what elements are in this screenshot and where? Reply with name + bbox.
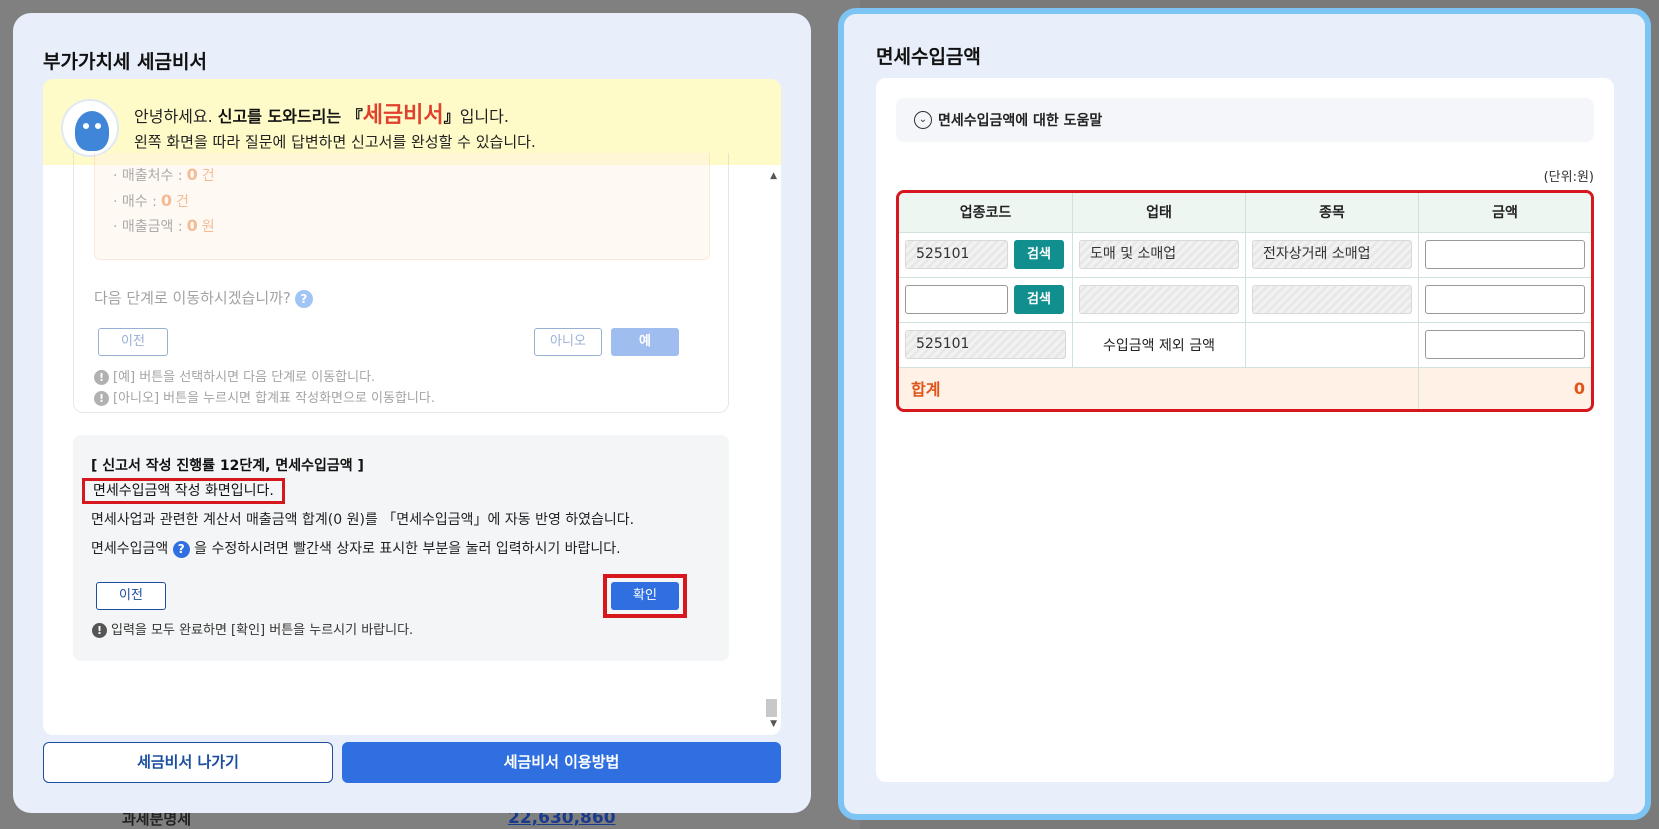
search-button[interactable]: 검색: [1014, 240, 1064, 269]
next-step-question: 다음 단계로 이동하시겠습니까??: [94, 287, 313, 308]
table-row: 525101 검색 도매 및 소매업 전자상거래 소매업: [899, 232, 1591, 278]
table-row: 525101 수입금액 제외 금액: [899, 322, 1591, 368]
note-no: ! [아니오] 버튼을 누르시면 합계표 작성화면으로 이동합니다.: [94, 387, 435, 406]
header-industry-code: 업종코드: [899, 193, 1073, 233]
exit-assistant-button[interactable]: 세금비서 나가기: [43, 742, 333, 783]
chevron-down-icon: ⌄: [914, 111, 932, 129]
industry-code-field: 525101: [905, 330, 1066, 359]
total-value: 0: [1418, 367, 1591, 409]
completion-note: ! 입력을 모두 완료하면 [확인] 버튼을 누르시기 바랍니다.: [92, 619, 413, 638]
assistant-guide-button[interactable]: 세금비서 이용방법: [342, 742, 781, 783]
amount-input[interactable]: [1425, 285, 1585, 314]
excluded-amount-label: 수입금액 제외 금액: [1072, 322, 1246, 368]
confirm-button[interactable]: 확인: [611, 582, 679, 610]
summary-item: · 매출처수 :0건: [113, 165, 215, 184]
help-label: 면세수입금액에 대한 도움말: [938, 113, 1103, 129]
summary-item: · 매출금액 :0원: [113, 216, 215, 235]
business-type-field: [1079, 285, 1239, 314]
prev-button-faded[interactable]: 이전: [98, 328, 168, 356]
confirm-highlight: 확인: [603, 574, 687, 618]
tax-exempt-income-panel: 면세수입금액 ⌄ 면세수입금액에 대한 도움말 (단위:원) 업종코드 업태 종…: [838, 8, 1651, 820]
amount-input[interactable]: [1425, 240, 1585, 269]
previous-step-card: · 매출처수 :0건 · 매수 :0건 · 매출금액 :0원 다음 단계로 이동…: [73, 153, 729, 413]
brand-name: 세금비서: [362, 103, 444, 128]
note-yes: ! [예] 버튼을 선택하시면 다음 단계로 이동합니다.: [94, 366, 375, 385]
progress-title: [ 신고서 작성 진행률 12단계, 면세수입금액 ]: [91, 458, 364, 474]
tax-assistant-modal: 부가가치세 세금비서 안녕하세요. 신고를 도와드리는 『세금비서』입니다. 왼…: [13, 13, 811, 813]
item-field: [1252, 285, 1412, 314]
industry-code-input[interactable]: [905, 285, 1008, 314]
item-empty: [1245, 322, 1419, 368]
industry-code-field: 525101: [905, 240, 1008, 269]
amount-input[interactable]: [1425, 330, 1585, 359]
panel-title: 면세수입금액: [876, 46, 981, 68]
greeting-line2: 왼쪽 화면을 따라 질문에 답변하면 신고서를 완성할 수 있습니다.: [134, 133, 536, 151]
assistant-content: 안녕하세요. 신고를 도와드리는 『세금비서』입니다. 왼쪽 화면을 따라 질문…: [43, 79, 781, 735]
prev-button[interactable]: 이전: [96, 582, 166, 610]
total-row: 합계 0: [899, 367, 1591, 409]
info-icon: !: [92, 623, 107, 638]
highlighted-message: 면세수입금액 작성 화면입니다.: [82, 478, 285, 504]
help-icon[interactable]: ?: [172, 540, 190, 558]
help-toggle[interactable]: ⌄ 면세수입금액에 대한 도움말: [896, 98, 1594, 142]
unit-label: (단위:원): [1543, 170, 1594, 185]
info-icon: !: [94, 370, 109, 385]
yes-button[interactable]: 예: [611, 328, 679, 356]
income-table-highlight: 업종코드 업태 종목 금액 525101 검색 도매 및 소매업 전자상거래 소매…: [896, 190, 1594, 412]
mascot-avatar: [61, 99, 119, 157]
summary-item: · 매수 :0건: [113, 191, 189, 210]
modal-title: 부가가치세 세금비서: [43, 51, 207, 73]
greeting-line1: 안녕하세요. 신고를 도와드리는 『세금비서』입니다.: [134, 103, 509, 128]
total-label: 합계: [899, 367, 1419, 409]
no-button[interactable]: 아니오: [534, 328, 602, 356]
conversation-scroll[interactable]: · 매출처수 :0건 · 매수 :0건 · 매출금액 :0원 다음 단계로 이동…: [43, 153, 781, 735]
search-button[interactable]: 검색: [1014, 285, 1064, 314]
progress-line2: 면세수입금액 ? 을 수정하시려면 빨간색 상자로 표시한 부분을 눌러 입력하…: [91, 540, 621, 558]
header-amount: 금액: [1418, 193, 1591, 233]
progress-card: [ 신고서 작성 진행률 12단계, 면세수입금액 ] 면세수입금액 작성 화면…: [73, 435, 729, 661]
table-header-row: 업종코드 업태 종목 금액: [899, 193, 1591, 233]
progress-line1: 면세사업과 관련한 계산서 매출금액 합계(0 원)를 「면세수입금액」에 자동…: [91, 512, 635, 528]
header-business-type: 업태: [1072, 193, 1246, 233]
business-type-field: 도매 및 소매업: [1079, 240, 1239, 269]
scroll-down-arrow-icon[interactable]: ▼: [770, 719, 777, 729]
help-icon[interactable]: ?: [294, 289, 313, 308]
panel-content: ⌄ 면세수입금액에 대한 도움말 (단위:원) 업종코드 업태 종목 금액 52…: [876, 78, 1614, 782]
scrollbar-thumb[interactable]: [766, 699, 777, 717]
info-icon: !: [94, 391, 109, 406]
item-field: 전자상거래 소매업: [1252, 240, 1412, 269]
header-item: 종목: [1245, 193, 1419, 233]
scroll-up-arrow-icon[interactable]: ▲: [770, 171, 777, 181]
sales-summary: · 매출처수 :0건 · 매수 :0건 · 매출금액 :0원: [94, 153, 710, 260]
income-table: 업종코드 업태 종목 금액 525101 검색 도매 및 소매업 전자상거래 소매…: [899, 193, 1591, 409]
table-row: 검색: [899, 277, 1591, 323]
